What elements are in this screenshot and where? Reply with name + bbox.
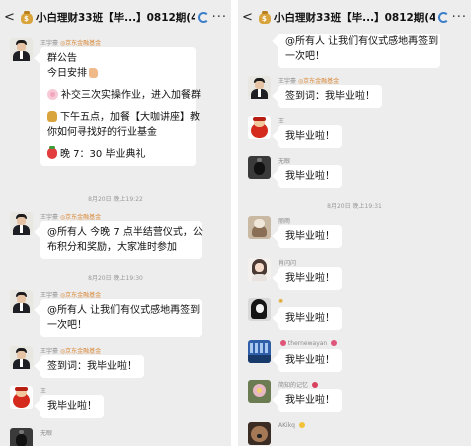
money-bag-icon: $ (20, 10, 34, 24)
chat-panel-left: < $ 小白理财33班【毕...】0812期(49) ··· 王宇豪 ◎京东金融… (0, 0, 231, 446)
chat-header: < $ 小白理财33班【毕...】0812期(49) ··· (0, 0, 231, 34)
strawberry-emoji-icon (47, 146, 57, 159)
avatar[interactable] (248, 258, 271, 281)
sender-name: 王宇豪 ◎京东金融基金 (278, 78, 340, 85)
more-icon[interactable]: ··· (212, 10, 227, 25)
sender-name: 王 (278, 118, 285, 125)
smile-emoji-icon (298, 422, 305, 428)
hand-emoji-icon (89, 68, 98, 78)
lips-icon (311, 382, 318, 388)
avatar[interactable] (248, 116, 271, 139)
sender-name: 无眼 (278, 158, 291, 165)
money-bag-icon: $ (258, 10, 272, 24)
message-reply: ✺ 我毕业啦！ (248, 298, 465, 336)
message-signin: 王宇豪 ◎京东金融基金 签到词：我毕业啦！ (248, 76, 465, 114)
message-bubble[interactable]: 我毕业啦！ (278, 389, 342, 412)
message-bubble[interactable]: 我毕业啦！ (40, 395, 104, 418)
avatar[interactable] (10, 290, 33, 313)
message-signin: 王宇豪 ◎京东金融基金 签到词：我毕业啦！ (10, 346, 225, 386)
sender-name: ✺ (278, 298, 284, 305)
timestamp: 8月20日 晚上19:22 (88, 196, 143, 203)
message-bubble[interactable]: @所有人 让我们有仪式感地再签到 一次吧！ (278, 30, 440, 68)
sender-name: 王宇豪 ◎京东金融基金 (40, 40, 102, 47)
chat-title: 小白理财33班【毕...】0812期(49) (274, 11, 435, 24)
avatar[interactable] (248, 380, 271, 403)
avatar[interactable] (248, 156, 271, 179)
message-reply: 王 我毕业啦！ (10, 386, 225, 426)
chat-panel-right: < $ 小白理财33班【毕...】0812期(49) ··· @所有人 让我们有… (238, 0, 471, 446)
message-reply: 无眼 我毕业啦！ (248, 156, 465, 194)
message-reply: 丽雨 我毕业啦！ (248, 216, 465, 254)
message-bubble[interactable]: 我毕业啦！ (278, 225, 342, 248)
avatar[interactable] (10, 428, 33, 446)
chat-title: 小白理财33班【毕...】0812期(49) (36, 11, 195, 24)
back-icon[interactable]: < (4, 10, 18, 25)
message-bubble[interactable]: 我毕业啦！ (278, 349, 342, 372)
sender-name: 王宇豪 ◎京东金融基金 (40, 292, 102, 299)
message-bubble[interactable]: 群公告 今日安排 补交三次实操作业，进入加餐群 下午五点，加餐【大咖讲座】教 你… (40, 47, 201, 166)
avatar[interactable] (248, 422, 271, 445)
timestamp: 8月20日 晚上19:31 (327, 203, 382, 210)
message-reply: 王 我毕业啦！ (248, 116, 465, 154)
message-feed[interactable]: 王宇豪 ◎京东金融基金 群公告 今日安排 补交三次实操作业，进入加餐群 下午五点… (0, 34, 231, 446)
heart-icon (331, 340, 338, 346)
message-bubble[interactable]: 签到词：我毕业啦！ (278, 85, 382, 108)
message-bubble[interactable]: 我毕业啦！ (278, 125, 342, 148)
message-reply: thernewayan 我毕业啦！ (248, 340, 465, 378)
message-feed[interactable]: @所有人 让我们有仪式感地再签到 一次吧！ 王宇豪 ◎京东金融基金 签到词：我毕… (238, 30, 471, 446)
message-bubble[interactable]: @所有人 让我们有仪式感地再签到 一次吧！ (40, 299, 202, 337)
avatar[interactable] (248, 340, 271, 363)
announcement-line: 补交三次实操作业，进入加餐群 (47, 88, 201, 103)
avatar[interactable] (248, 216, 271, 239)
message-notice: 王宇豪 ◎京东金融基金 @所有人 今晚 7 点半结营仪式，公 布积分和奖励，大家… (10, 212, 225, 272)
message-reply: 肖闪闪 我毕业啦！ (248, 258, 465, 296)
announcement-heading: 群公告 (47, 53, 77, 64)
announcement-line: 今日安排 (47, 66, 189, 81)
message-bubble[interactable]: 我毕业啦！ (278, 267, 342, 290)
message-bubble[interactable]: @所有人 今晚 7 点半结营仪式，公 布积分和奖励，大家准时参加 (40, 221, 203, 259)
message-bubble[interactable]: 签到词：我毕业啦！ (40, 355, 144, 378)
sender-name: AKikq (278, 422, 305, 429)
announcement-line: 你如何寻找好的行业基金 (47, 127, 157, 138)
sender-name: 王宇豪 ◎京东金融基金 (40, 348, 102, 355)
sync-icon[interactable] (437, 11, 449, 23)
message-ceremony: 王宇豪 ◎京东金融基金 @所有人 让我们有仪式感地再签到 一次吧！ (10, 290, 225, 346)
avatar[interactable] (10, 38, 33, 61)
message-partial: AKikq (248, 422, 465, 446)
message-bubble[interactable]: 我毕业啦！ (278, 307, 342, 330)
sender-name: 简知的记忆 (278, 380, 318, 389)
avatar[interactable] (10, 212, 33, 235)
avatar[interactable] (248, 298, 271, 321)
message-reply: 简知的记忆 我毕业啦！ (248, 380, 465, 418)
sender-name: 肖闪闪 (278, 260, 297, 267)
message-ceremony: @所有人 让我们有仪式感地再签到 一次吧！ (248, 30, 465, 70)
heart-icon (280, 340, 286, 346)
avatar[interactable] (248, 76, 271, 99)
flower-emoji-icon (47, 89, 58, 100)
sender-name: thernewayan (278, 340, 338, 347)
message-bubble[interactable]: 我毕业啦！ (278, 165, 342, 188)
message-partial: 无眼 (10, 428, 225, 446)
announcement-line: 晚 7：30 毕业典礼 (47, 146, 189, 162)
avatar[interactable] (10, 346, 33, 369)
back-icon[interactable]: < (242, 10, 256, 25)
sync-icon[interactable] (197, 11, 209, 23)
announcement-line: 下午五点，加餐【大咖讲座】教 (47, 110, 200, 125)
more-icon[interactable]: ··· (452, 10, 467, 25)
sender-name: 无眼 (40, 430, 53, 437)
timestamp: 8月20日 晚上19:30 (88, 275, 143, 282)
message-announcement: 王宇豪 ◎京东金融基金 群公告 今日安排 补交三次实操作业，进入加餐群 下午五点… (10, 38, 225, 188)
avatar[interactable] (10, 386, 33, 409)
chat-header: < $ 小白理财33班【毕...】0812期(49) ··· (238, 0, 471, 34)
sender-name: 丽雨 (278, 218, 291, 225)
sender-name: 王宇豪 ◎京东金融基金 (40, 214, 102, 221)
money-bag-emoji-icon (47, 111, 57, 122)
sender-name: 王 (40, 388, 47, 395)
